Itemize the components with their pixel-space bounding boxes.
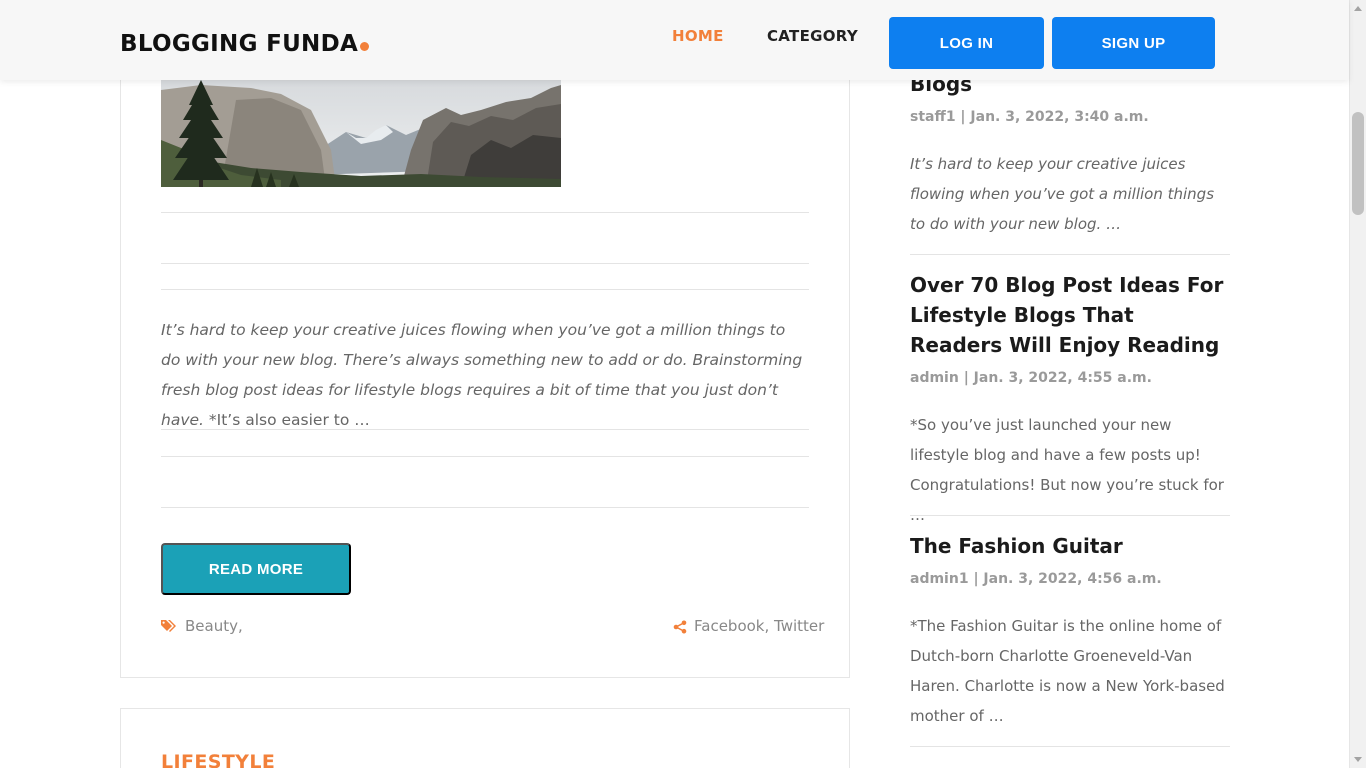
read-more-button[interactable]: READ MORE: [161, 543, 351, 595]
sidebar-post-excerpt: It’s hard to keep your creative juices f…: [910, 155, 1215, 233]
logo-text: BLOGGING FUNDA: [120, 31, 359, 57]
sidebar-post-meta: admin1 | Jan. 3, 2022, 4:56 a.m.: [910, 571, 1162, 587]
sidebar-post-title[interactable]: Over 70 Blog Post Ideas For Lifestyle Bl…: [910, 270, 1230, 360]
logo-dot: [360, 42, 370, 51]
sidebar-post-meta: staff1 | Jan. 3, 2022, 3:40 a.m.: [910, 109, 1149, 125]
divider: [161, 429, 809, 430]
tags-icon: [161, 619, 177, 637]
divider: [161, 456, 809, 457]
post-card: It’s hard to keep your creative juices f…: [120, 0, 850, 678]
scrollbar-thumb[interactable]: [1352, 112, 1364, 215]
sidebar-post-meta: admin | Jan. 3, 2022, 4:55 a.m.: [910, 370, 1152, 386]
divider: [910, 254, 1230, 255]
post-image[interactable]: [161, 80, 561, 187]
login-button[interactable]: LOG IN: [889, 17, 1044, 69]
post-category-heading[interactable]: LIFESTYLE: [161, 751, 275, 768]
scroll-down-arrow-icon[interactable]: [1354, 757, 1362, 762]
share-icon: [673, 620, 687, 638]
share-links[interactable]: Facebook, Twitter: [694, 617, 824, 635]
tag-link-beauty[interactable]: Beauty,: [185, 617, 243, 635]
divider: [910, 746, 1230, 747]
sidebar-post-excerpt: *The Fashion Guitar is the online home o…: [910, 617, 1225, 725]
divider: [161, 212, 809, 213]
scroll-up-arrow-icon[interactable]: [1354, 6, 1362, 11]
divider: [161, 263, 809, 264]
divider: [161, 289, 809, 290]
site-header: BLOGGING FUNDA HOME CATEGORY LOG IN SIGN…: [0, 0, 1349, 80]
sidebar-post-title[interactable]: The Fashion Guitar: [910, 531, 1230, 561]
recent-posts-sidebar: Blogs staff1 | Jan. 3, 2022, 3:40 a.m. I…: [910, 0, 1230, 768]
sidebar-post-excerpt: *So you’ve just launched your new lifest…: [910, 416, 1224, 524]
divider: [910, 515, 1230, 516]
nav-category[interactable]: CATEGORY: [767, 27, 858, 45]
nav-home[interactable]: HOME: [672, 27, 724, 45]
next-post-card: LIFESTYLE: [120, 708, 850, 768]
post-excerpt: It’s hard to keep your creative juices f…: [161, 315, 809, 435]
signup-button[interactable]: SIGN UP: [1052, 17, 1215, 69]
page-scrollbar[interactable]: [1349, 0, 1366, 768]
post-excerpt-normal: *It’s also easier to …: [203, 411, 370, 429]
site-logo[interactable]: BLOGGING FUNDA: [120, 31, 370, 57]
divider: [161, 507, 809, 508]
mountain-valley-image: [161, 80, 561, 187]
